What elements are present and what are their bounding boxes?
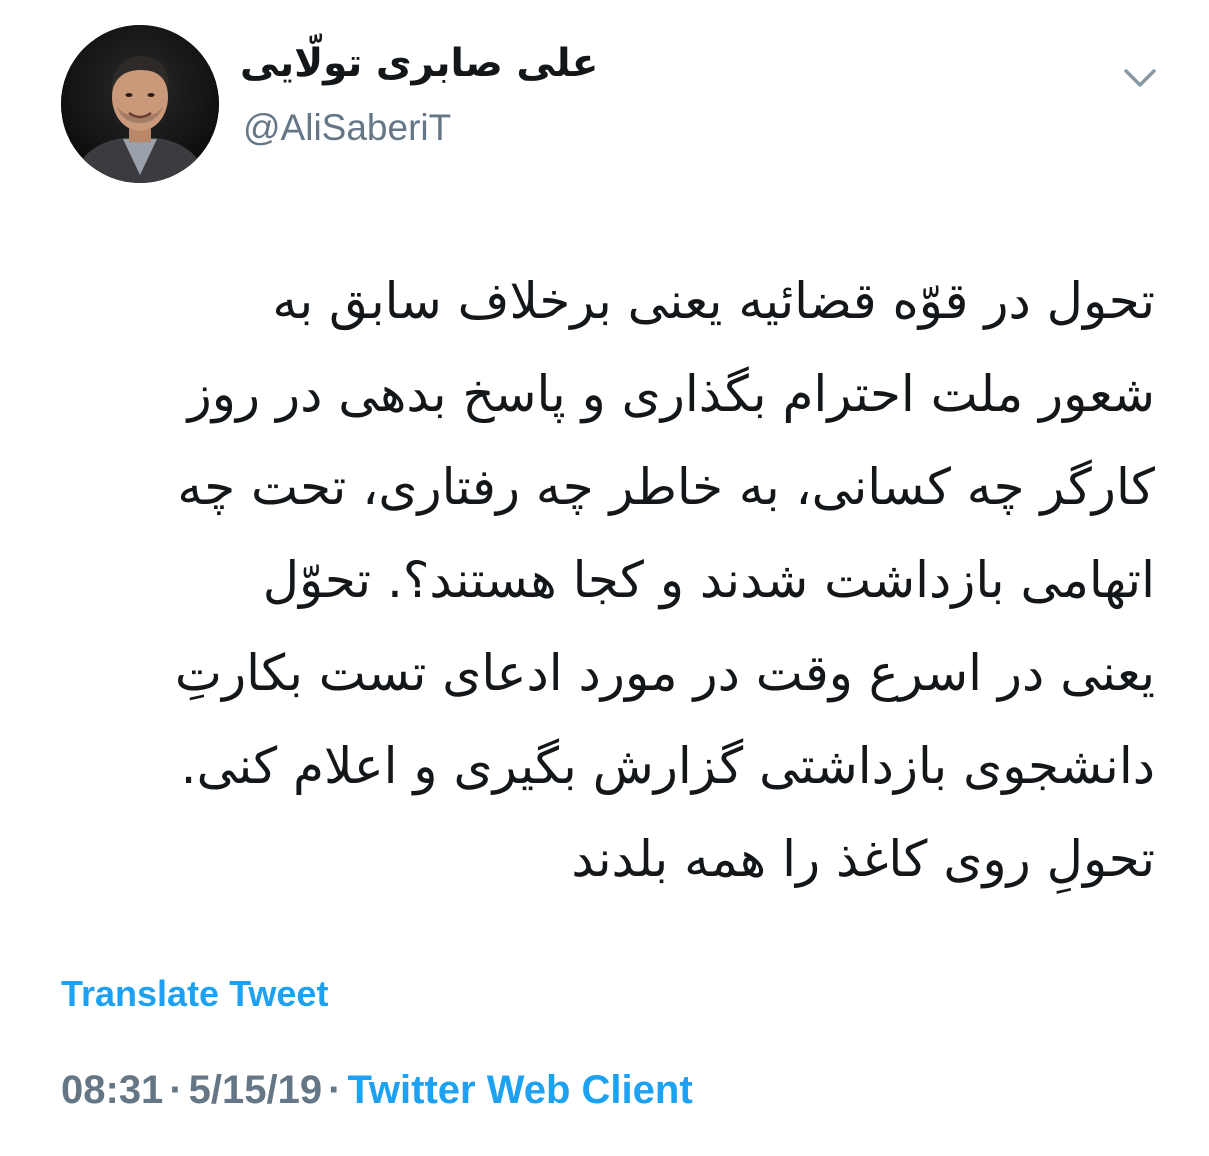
tweet-text-line: شعور ملت احترام بگذاری و پاسخ بدهی در رو… bbox=[187, 365, 1155, 423]
meta-separator: · bbox=[169, 1068, 183, 1112]
author-display-name[interactable]: علی صابری تولّایی bbox=[240, 34, 660, 94]
meta-separator: · bbox=[328, 1068, 342, 1112]
translate-tweet-link[interactable]: Translate Tweet bbox=[61, 968, 328, 1020]
avatar-image bbox=[61, 25, 219, 183]
tweet-text: تحول در قوّه قضائیه یعنی برخلاف سابق به … bbox=[55, 255, 1155, 906]
tweet-text-line: تحولِ روی کاغذ را همه بلدند bbox=[571, 830, 1155, 888]
tweet-time[interactable]: 08:31 bbox=[61, 1068, 163, 1112]
tweet-source-client-link[interactable]: Twitter Web Client bbox=[347, 1068, 692, 1112]
avatar[interactable] bbox=[61, 25, 219, 183]
tweet-text-line: اتهامی بازداشت شدند و کجا هستند؟. تحوّل bbox=[262, 551, 1155, 609]
tweet-text-line: دانشجوی بازداشتی گزارش بگیری و اعلام کنی… bbox=[180, 737, 1155, 795]
tweet-date[interactable]: 5/15/19 bbox=[189, 1068, 322, 1112]
tweet-text-line: تحول در قوّه قضائیه یعنی برخلاف سابق به bbox=[272, 272, 1155, 330]
tweet-text-line: کارگر چه کسانی، به خاطر چه رفتاری، تحت چ… bbox=[177, 458, 1155, 516]
author-handle[interactable]: @AliSaberiT bbox=[243, 103, 451, 153]
tweet-metadata: 08:31 · 5/15/19 · Twitter Web Client bbox=[61, 1062, 693, 1118]
chevron-down-icon[interactable] bbox=[1118, 56, 1162, 100]
tweet-text-line: یعنی در اسرع وقت در مورد ادعای تست بکارت… bbox=[174, 644, 1155, 702]
